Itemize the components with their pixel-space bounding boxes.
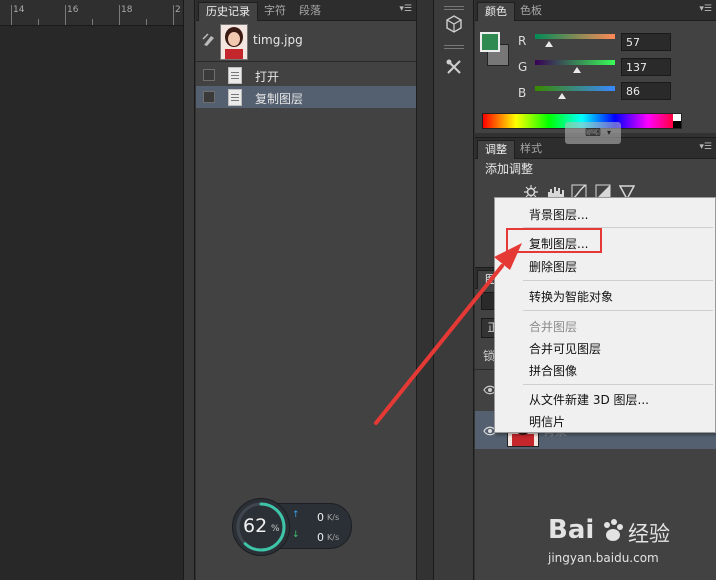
channel-label-r: R [518,34,527,48]
tab-character[interactable]: 字符 [257,2,293,20]
tools-icon[interactable] [445,58,463,79]
usage-percent: 62 [243,515,268,537]
snapshot-thumbnail [220,24,248,60]
adjustments-title: 添加调整 [485,162,534,176]
tab-swatches[interactable]: 色板 [513,2,549,20]
menu-item-merge-visible[interactable]: 合并可见图层 [529,340,601,357]
dropdown-icon: ▾ [607,128,612,137]
menu-item-flatten-image[interactable]: 拼合图像 [529,362,577,379]
channel-label-g: G [518,60,528,74]
document-icon [228,67,242,84]
tab-styles[interactable]: 样式 [513,140,549,158]
download-arrow-icon: ↓ [292,530,300,540]
panel-dock-column [433,0,474,580]
watermark-url: jingyan.baidu.com [548,551,659,565]
slider-r-thumb[interactable] [545,41,553,47]
upload-arrow-icon: ↑ [292,510,300,520]
ruler-label: 16 [67,5,79,15]
slider-b[interactable] [535,86,615,91]
history-item-selected[interactable]: 复制图层 [196,86,416,108]
snapshot-name: timg.jpg [253,33,303,47]
download-unit: K/s [327,533,340,542]
history-snapshot[interactable]: timg.jpg [196,22,416,60]
history-panel: 历史记录 字符 段落 ▾☰ timg.jpg 打开 复制图层 [196,0,417,580]
upload-unit: K/s [327,513,340,522]
foreground-color-swatch[interactable] [480,32,500,52]
baidu-watermark: Bai 经验 jingyan.baidu.com [548,515,708,575]
tab-paragraph[interactable]: 段落 [292,2,328,20]
watermark-brand: Bai [548,515,595,545]
watermark-brand-cn: 经验 [628,522,670,546]
context-menu: 背景图层... 复制图层... 删除图层 转换为智能对象 合并图层 合并可见图层… [494,197,716,433]
panel-menu-icon[interactable]: ▾☰ [699,4,712,14]
tab-adjustments[interactable]: 调整 [477,140,515,159]
ruler-label: 2 [175,5,181,15]
document-icon [228,89,242,106]
tab-color[interactable]: 颜色 [477,2,515,21]
keyboard-icon: ⌨ [585,126,601,139]
panel-menu-icon[interactable]: ▾☰ [699,142,712,152]
slider-g-thumb[interactable] [573,67,581,73]
color-panel: 颜色 色板 ▾☰ R 57 G 137 B 86 ⌨ ▾ [475,0,716,144]
menu-item-merge-layers: 合并图层 [529,320,578,334]
history-brush-icon[interactable] [202,33,216,50]
ruler-label: 18 [121,5,133,15]
ruler-label: 14 [13,5,25,15]
network-speed-widget[interactable]: ↑ 0 K/s ↓ 0 K/s 62 % [232,498,352,556]
slider-g[interactable] [535,60,615,65]
3d-cube-icon[interactable] [445,15,463,36]
value-field-g[interactable]: 137 [621,58,671,76]
history-item-label: 打开 [255,70,280,84]
menu-item-new-3d-layer[interactable]: 从文件新建 3D 图层... [529,391,649,408]
menu-item-convert-smart-object[interactable]: 转换为智能对象 [529,288,613,305]
value-field-r[interactable]: 57 [621,33,671,51]
tab-history[interactable]: 历史记录 [198,2,258,21]
upload-speed: 0 [317,511,324,524]
highlight-box [506,228,602,253]
history-panel-tabbar: 历史记录 字符 段落 ▾☰ [196,0,416,21]
paw-logo-icon [600,518,626,547]
menu-item-background-layer[interactable]: 背景图层... [529,206,588,223]
panel-menu-icon[interactable]: ▾☰ [399,4,412,14]
color-panel-tabbar: 颜色 色板 ▾☰ [475,0,716,21]
history-item-checkbox[interactable] [203,91,215,103]
download-speed: 0 [317,531,324,544]
channel-label-b: B [518,86,527,100]
usage-dial: 62 % [232,498,290,556]
canvas-area[interactable] [0,0,183,580]
horizontal-ruler: 14 16 18 2 [0,0,183,26]
history-item[interactable]: 打开 [196,64,416,86]
history-item-label: 复制图层 [255,92,304,106]
history-item-checkbox[interactable] [203,69,215,81]
usage-percent-unit: % [271,524,280,534]
value-field-b[interactable]: 86 [621,82,671,100]
canvas-scroll-strip [183,0,195,580]
slider-b-thumb[interactable] [558,93,566,99]
floating-keyboard-toggle[interactable]: ⌨ ▾ [565,122,621,144]
slider-r[interactable] [535,34,615,39]
menu-item-delete-layer[interactable]: 删除图层 [529,258,577,275]
menu-item-postcard[interactable]: 明信片 [529,413,565,430]
